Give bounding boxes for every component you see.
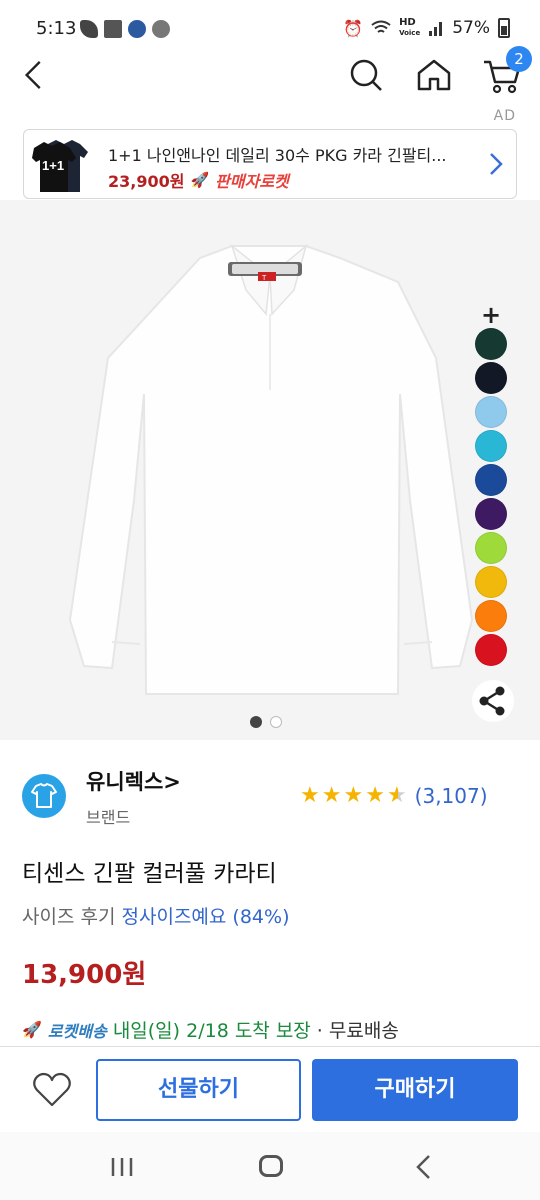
status-bar: 5:13 ⏰ HD Voice 57% <box>0 0 540 60</box>
color-swatch[interactable] <box>475 464 507 496</box>
product-title: 티센스 긴팔 컬러풀 카라티 <box>22 861 277 887</box>
review-count[interactable]: (3,107) <box>415 784 488 808</box>
gift-button[interactable]: 선물하기 <box>96 1059 301 1121</box>
alarm-icon: ⏰ <box>343 18 364 38</box>
ball-icon <box>152 20 170 38</box>
wifi-icon <box>371 20 391 33</box>
color-swatch[interactable] <box>475 532 507 564</box>
home-nav-icon[interactable] <box>259 1155 283 1177</box>
hd-label: HD <box>399 17 416 28</box>
gallery-page-indicator <box>250 716 282 728</box>
delivery-info: 🚀 로켓배송 내일(일) 2/18 도착 보장 · 무료배송 <box>22 1016 399 1043</box>
ad-banner[interactable]: 1+1 1+1 나인앤나인 데일리 30수 PKG 카라 긴팔티... 23,9… <box>23 129 517 199</box>
size-review-label: 사이즈 후기 <box>22 906 116 928</box>
ad-title: 1+1 나인앤나인 데일리 30수 PKG 카라 긴팔티... <box>108 146 447 165</box>
search-icon[interactable] <box>348 58 386 92</box>
color-swatch[interactable] <box>475 430 507 462</box>
color-swatch[interactable] <box>475 396 507 428</box>
ad-price-row: 23,900원 🚀 판매자로켓 <box>108 168 289 192</box>
color-swatch[interactable] <box>475 362 507 394</box>
voice-label: Voice <box>399 29 421 37</box>
ad-seller-rocket-badge: 판매자로켓 <box>215 172 289 191</box>
page-dot[interactable] <box>270 716 282 728</box>
buy-button[interactable]: 구매하기 <box>312 1059 518 1121</box>
rating-summary[interactable]: ★ ★ ★ ★ ★ (3,107) <box>300 784 488 808</box>
status-time: 5:13 <box>36 18 77 39</box>
ad-price: 23,900원 <box>108 172 185 191</box>
plus-icon[interactable]: + <box>481 303 501 327</box>
star-icon: ★ <box>343 783 364 808</box>
star-icon: ★ <box>300 783 320 808</box>
recent-apps-icon[interactable] <box>110 1156 134 1178</box>
battery-percent: 57% <box>452 18 490 38</box>
status-right: ⏰ HD Voice 57% <box>343 18 510 38</box>
top-bar <box>0 58 540 124</box>
heart-icon[interactable] <box>32 1072 72 1108</box>
brand-logo[interactable] <box>22 774 66 818</box>
product-image: T <box>68 243 474 695</box>
half-star-icon: ★ <box>386 783 407 808</box>
chevron-right-icon <box>490 153 503 175</box>
hd-voice-indicator: HD Voice <box>399 18 420 38</box>
size-review-value[interactable]: 정사이즈예요 (84%) <box>122 906 290 928</box>
back-arrow-icon[interactable] <box>16 60 56 90</box>
app-notification-icon <box>104 20 122 38</box>
signal-icon <box>429 22 443 36</box>
rocket-delivery-badge: 로켓배송 <box>47 1021 107 1041</box>
page-dot-active[interactable] <box>250 716 262 728</box>
delivery-date: 내일(일) 2/18 도착 보장 <box>112 1020 311 1042</box>
rocket-icon: 🚀 <box>190 171 210 189</box>
sol-app-icon <box>128 20 146 38</box>
product-image-gallery[interactable]: T <box>0 200 540 740</box>
battery-icon <box>498 18 510 38</box>
brand-subtitle: 브랜드 <box>86 808 131 827</box>
color-swatch[interactable] <box>475 600 507 632</box>
notification-icons <box>80 20 170 38</box>
shirt-label-text: T <box>262 275 267 282</box>
home-icon[interactable] <box>416 58 452 92</box>
star-icon: ★ <box>365 783 385 808</box>
color-swatch[interactable] <box>475 566 507 598</box>
share-icon[interactable] <box>472 680 514 722</box>
ad-thumbnail: 1+1 <box>32 140 88 192</box>
leaf-icon <box>80 20 98 38</box>
product-price: 13,900원 <box>22 960 147 990</box>
rocket-icon: 🚀 <box>22 1020 42 1039</box>
tshirt-icon <box>31 783 57 808</box>
size-review[interactable]: 사이즈 후기 정사이즈예요 (84%) <box>22 902 289 929</box>
brand-name-link[interactable]: 유니렉스> <box>86 766 181 796</box>
ad-label: AD <box>493 108 516 124</box>
star-icon: ★ <box>321 783 342 808</box>
back-nav-icon[interactable] <box>414 1154 434 1180</box>
color-swatch[interactable] <box>475 328 507 360</box>
cart-count-badge: 2 <box>506 46 532 72</box>
ad-thumb-text: 1+1 <box>42 158 64 173</box>
free-shipping: · 무료배송 <box>316 1020 399 1042</box>
color-swatch[interactable] <box>475 634 507 666</box>
color-swatch[interactable] <box>475 498 507 530</box>
